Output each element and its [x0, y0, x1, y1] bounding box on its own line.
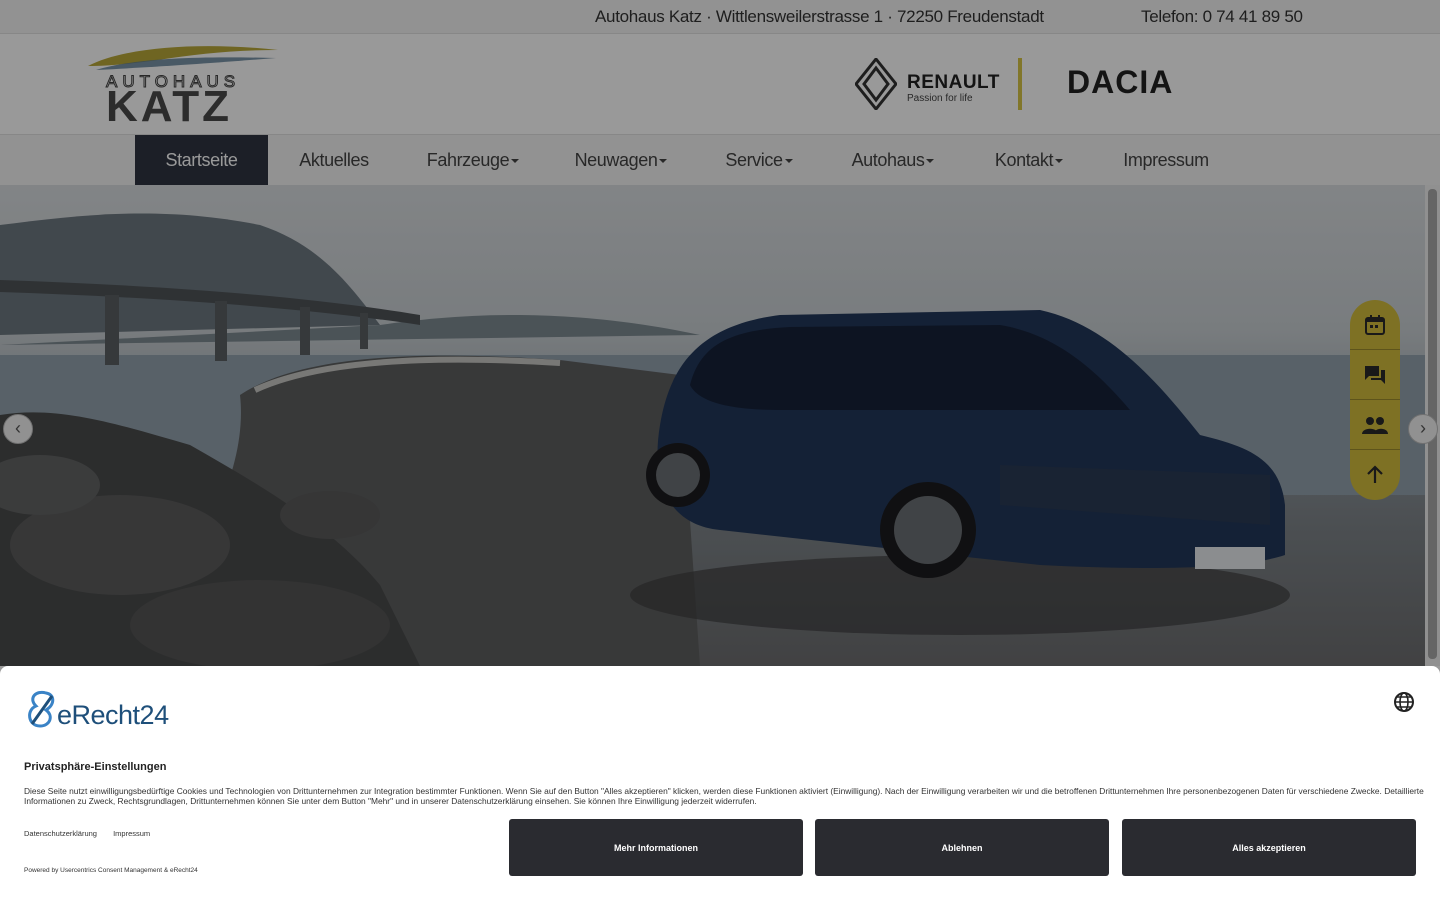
consent-banner: eRecht24 Privatsphäre-Einstellungen Dies…	[0, 666, 1440, 900]
consent-title: Privatsphäre-Einstellungen	[24, 761, 167, 773]
powered-by-text: Powered by Usercentrics Consent Manageme…	[24, 867, 198, 874]
more-information-button[interactable]: Mehr Informationen	[509, 819, 803, 876]
erecht24-wordmark: eRecht24	[57, 700, 169, 730]
consent-links: Datenschutzerklärung Impressum	[24, 829, 164, 838]
accept-all-button[interactable]: Alles akzeptieren	[1122, 819, 1416, 876]
privacy-policy-link[interactable]: Datenschutzerklärung	[24, 829, 97, 838]
language-globe-icon[interactable]	[1393, 691, 1415, 713]
imprint-link[interactable]: Impressum	[113, 829, 150, 838]
deny-button[interactable]: Ablehnen	[815, 819, 1109, 876]
erecht24-logo-icon	[28, 690, 55, 728]
consent-description: Diese Seite nutzt einwilligungsbedürftig…	[24, 786, 1424, 806]
